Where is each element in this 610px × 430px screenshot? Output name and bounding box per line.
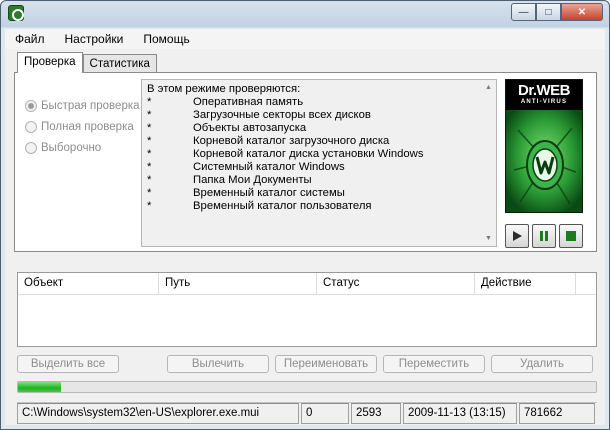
- info-scrollbar[interactable]: ▲ ▼: [481, 80, 496, 246]
- app-window: — □ ✕ Файл Настройки Помощь Проверка Ста…: [0, 0, 610, 430]
- radio-label: Полная проверка: [41, 120, 134, 133]
- spider-emblem-icon: [506, 110, 582, 212]
- radio-quick-scan[interactable]: Быстрая проверка: [25, 95, 140, 116]
- results-table[interactable]: Объект Путь Статус Действие: [17, 272, 597, 347]
- drweb-app-icon[interactable]: [8, 5, 24, 21]
- minimize-button[interactable]: —: [511, 3, 536, 21]
- info-item: * Загрузочные секторы всех дисков: [147, 109, 371, 121]
- status-bar: C:\Windows\system32\en-US\explorer.exe.m…: [17, 402, 597, 424]
- col-path[interactable]: Путь: [159, 273, 317, 295]
- stop-scan-button[interactable]: [559, 224, 583, 248]
- menu-file[interactable]: Файл: [5, 32, 55, 46]
- scan-info-box: В этом режиме проверяются: * Оперативная …: [141, 79, 497, 247]
- radio-label: Быстрая проверка: [41, 99, 140, 112]
- scan-mode-group: Быстрая проверка Полная проверка Выбороч…: [25, 95, 140, 158]
- radio-full-scan[interactable]: Полная проверка: [25, 116, 140, 137]
- pause-icon: [540, 231, 548, 241]
- scan-controls: [505, 224, 583, 248]
- delete-button[interactable]: Удалить: [491, 355, 593, 373]
- results-header: Объект Путь Статус Действие: [18, 273, 596, 295]
- window-controls: — □ ✕: [511, 3, 603, 21]
- status-threats: 0: [301, 403, 349, 424]
- status-current-file: C:\Windows\system32\en-US\explorer.exe.m…: [17, 403, 299, 424]
- move-button[interactable]: Переместить: [383, 355, 485, 373]
- pause-scan-button[interactable]: [532, 224, 556, 248]
- info-item: * Папка Мои Документы: [147, 174, 312, 186]
- menu-help[interactable]: Помощь: [133, 32, 199, 46]
- radio-custom-scan[interactable]: Выборочно: [25, 137, 140, 158]
- info-item: * Временный каталог системы: [147, 187, 345, 199]
- menu-settings[interactable]: Настройки: [55, 32, 134, 46]
- scan-info-text: В этом режиме проверяются: * Оперативная …: [147, 83, 480, 213]
- radio-dot: [25, 120, 37, 133]
- action-buttons: Выделить все Вылечить Переименовать Пере…: [17, 355, 597, 375]
- info-item: * Оперативная память: [147, 96, 304, 108]
- scroll-up-icon[interactable]: ▲: [485, 84, 492, 91]
- info-item: * Временный каталог пользователя: [147, 200, 372, 212]
- play-icon: [513, 231, 522, 241]
- info-item: * Корневой каталог диска установки Window…: [147, 148, 424, 160]
- logo-brand: Dr.WEB: [517, 82, 571, 99]
- main-area: Проверка Статистика Быстрая проверка Пол…: [5, 49, 605, 425]
- stop-icon: [566, 231, 576, 241]
- drweb-logo: Dr.WEB ANTI-VIRUS: [505, 79, 583, 213]
- col-action[interactable]: Действие: [475, 273, 576, 295]
- col-status[interactable]: Статус: [317, 273, 475, 295]
- maximize-button[interactable]: □: [536, 3, 561, 21]
- tab-statistics[interactable]: Статистика: [82, 54, 157, 73]
- radio-dot: [25, 141, 37, 154]
- info-item: * Объекты автозапуска: [147, 122, 307, 134]
- status-checked: 2593: [351, 403, 401, 424]
- select-all-button[interactable]: Выделить все: [17, 355, 119, 373]
- status-datetime: 2009-11-13 (13:15): [403, 403, 517, 424]
- cure-button[interactable]: Вылечить: [167, 355, 269, 373]
- start-scan-button[interactable]: [505, 224, 529, 248]
- radio-label: Выборочно: [41, 141, 102, 154]
- title-bar[interactable]: — □ ✕: [1, 1, 609, 27]
- rename-button[interactable]: Переименовать: [275, 355, 377, 373]
- scan-panel: Быстрая проверка Полная проверка Выбороч…: [14, 72, 597, 252]
- logo-subtitle: ANTI-VIRUS: [520, 99, 568, 105]
- menu-bar: Файл Настройки Помощь: [5, 29, 605, 49]
- scroll-down-icon[interactable]: ▼: [485, 235, 492, 242]
- tab-scan[interactable]: Проверка: [17, 52, 83, 73]
- status-records: 781662: [519, 403, 595, 424]
- progress-fill: [18, 382, 62, 392]
- info-item: * Корневой каталог загрузочного диска: [147, 135, 390, 147]
- radio-dot: [25, 99, 37, 112]
- close-button[interactable]: ✕: [561, 3, 603, 21]
- tab-strip: Проверка Статистика: [17, 52, 157, 73]
- scan-progress-bar: [17, 381, 597, 393]
- col-object[interactable]: Объект: [18, 273, 159, 295]
- info-heading: В этом режиме проверяются:: [147, 83, 301, 95]
- info-item: * Системный каталог Windows: [147, 161, 345, 173]
